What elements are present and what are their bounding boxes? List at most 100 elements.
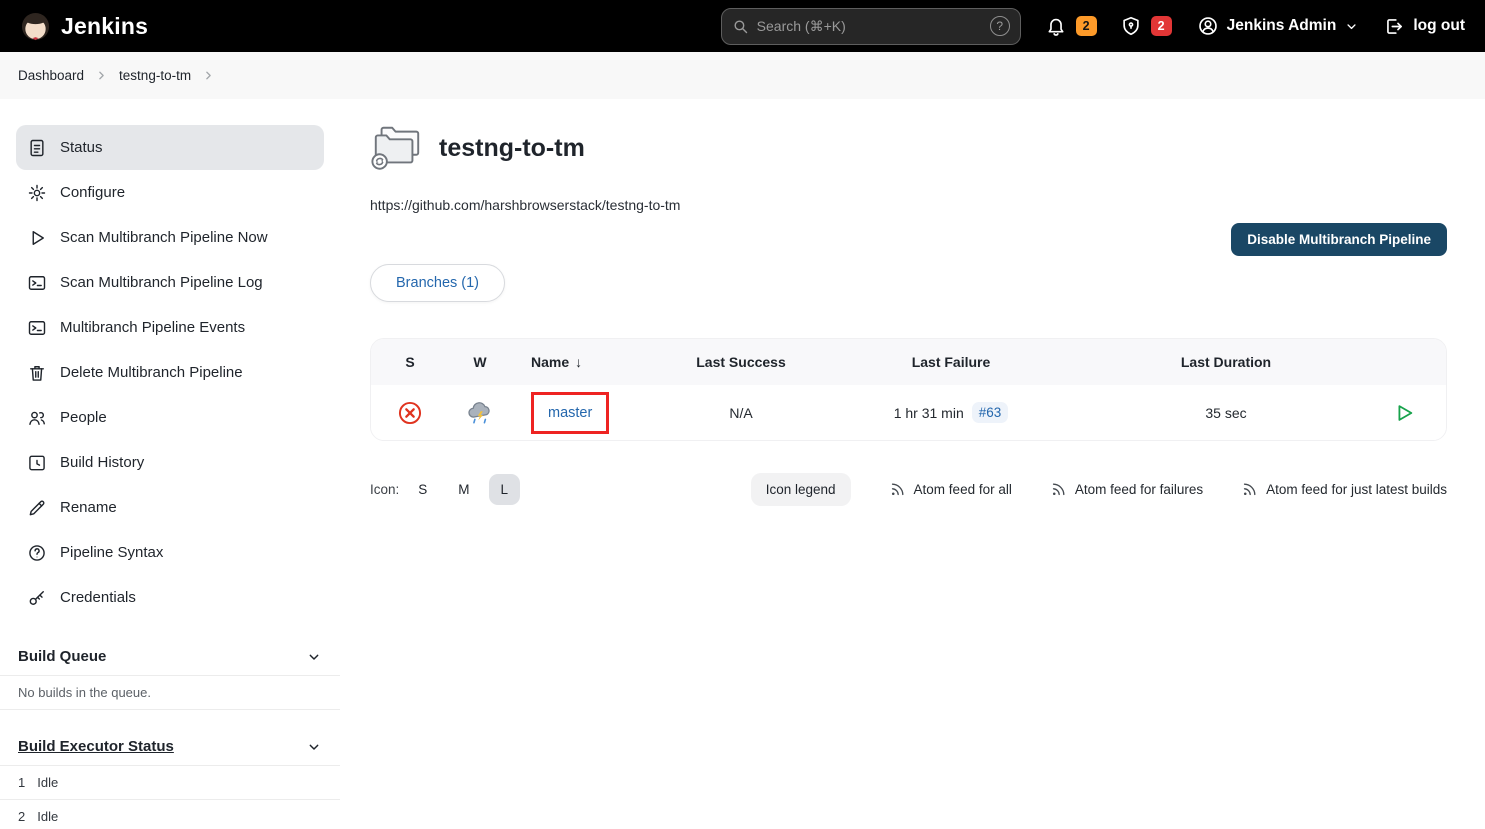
user-avatar-icon	[1197, 15, 1219, 37]
security-badge[interactable]: 2	[1150, 16, 1172, 36]
tab-branches[interactable]: Branches (1)	[370, 264, 506, 302]
sidebar-item-label: Pipeline Syntax	[60, 544, 164, 561]
last-failure-cell: 1 hr 31 min #63	[811, 402, 1091, 423]
top-bar: Jenkins ? 2 2	[0, 0, 1485, 52]
trash-icon	[27, 363, 47, 383]
sidebar-item-rename[interactable]: Rename	[16, 485, 324, 530]
pencil-icon	[27, 498, 47, 518]
user-name: Jenkins Admin	[1226, 17, 1337, 34]
atom-feed-failures-link[interactable]: Atom feed for failures	[1050, 481, 1203, 498]
weather-thunderstorm-icon	[466, 399, 494, 427]
rss-icon	[889, 481, 906, 498]
icon-size-group: Icon: S M L	[370, 474, 521, 505]
rss-icon	[1241, 481, 1258, 498]
jenkins-logo[interactable]: Jenkins	[20, 11, 148, 42]
sidebar-item-scan-log[interactable]: Scan Multibranch Pipeline Log	[16, 260, 324, 305]
security-shield-icon[interactable]	[1120, 15, 1142, 37]
sidebar-item-build-history[interactable]: Build History	[16, 440, 324, 485]
disable-multibranch-pipeline-button[interactable]: Disable Multibranch Pipeline	[1231, 223, 1447, 256]
sidebar-item-label: Status	[60, 139, 103, 156]
build-queue-header[interactable]: Build Queue	[0, 638, 340, 675]
executor-row: 2 Idle	[0, 799, 340, 829]
sidebar-item-people[interactable]: People	[16, 395, 324, 440]
atom-feed-all-link[interactable]: Atom feed for all	[889, 481, 1012, 498]
search-box[interactable]: ?	[720, 7, 1021, 45]
key-icon	[27, 588, 47, 608]
table-row-master: master N/A 1 hr 31 min #63 35 sec	[371, 385, 1446, 440]
table-header-row: S W Name ↓ Last Success Last Failure Las…	[371, 339, 1446, 385]
sidebar-item-scan-now[interactable]: Scan Multibranch Pipeline Now	[16, 215, 324, 260]
sidebar-item-label: Build History	[60, 454, 145, 471]
icon-legend-button[interactable]: Icon legend	[750, 473, 851, 506]
brand-name: Jenkins	[61, 12, 149, 39]
atom-feed-latest-label: Atom feed for just latest builds	[1266, 482, 1447, 497]
executor-number: 1	[18, 775, 26, 790]
col-header-status[interactable]: S	[371, 354, 449, 370]
terminal-events-icon	[27, 318, 47, 338]
branch-name-cell: master	[511, 391, 671, 434]
breadcrumb: Dashboard testng-to-tm	[0, 52, 1485, 99]
sidebar-item-label: Delete Multibranch Pipeline	[60, 364, 243, 381]
executor-state: Idle	[37, 809, 59, 824]
icon-size-label: Icon:	[370, 482, 400, 497]
icon-size-medium-button[interactable]: M	[446, 474, 481, 505]
branches-table: S W Name ↓ Last Success Last Failure Las…	[370, 338, 1447, 441]
search-input[interactable]	[756, 18, 982, 34]
row-actions-cell	[1361, 402, 1446, 424]
build-queue-title: Build Queue	[18, 648, 107, 665]
sidebar-item-label: Rename	[60, 499, 117, 516]
icon-size-small-button[interactable]: S	[406, 474, 439, 505]
user-menu[interactable]: Jenkins Admin	[1197, 15, 1360, 37]
sidebar-item-label: Scan Multibranch Pipeline Log	[60, 274, 263, 291]
repository-url: https://github.com/harshbrowserstack/tes…	[370, 197, 681, 213]
sidebar-item-pipeline-syntax[interactable]: Pipeline Syntax	[16, 530, 324, 575]
action-button-row: Disable Multibranch Pipeline	[370, 223, 1447, 256]
sidebar-item-label: Credentials	[60, 589, 136, 606]
name-header-label: Name	[531, 354, 570, 370]
last-duration-cell: 35 sec	[1205, 404, 1247, 421]
sidebar-item-credentials[interactable]: Credentials	[16, 575, 324, 620]
question-circle-icon	[27, 543, 47, 563]
col-header-last-duration[interactable]: Last Duration	[1091, 354, 1361, 370]
sidebar-item-configure[interactable]: Configure	[16, 170, 324, 215]
breadcrumb-dashboard[interactable]: Dashboard	[18, 68, 84, 83]
sidebar: Status Configure Scan Multibranch Pipeli…	[0, 99, 340, 829]
notifications-badge[interactable]: 2	[1075, 16, 1097, 36]
col-header-weather[interactable]: W	[449, 354, 511, 370]
col-header-name[interactable]: Name ↓	[511, 354, 671, 370]
breadcrumb-chevron-icon[interactable]	[202, 69, 215, 82]
col-header-last-failure[interactable]: Last Failure	[811, 354, 1091, 370]
atom-feed-all-label: Atom feed for all	[913, 482, 1012, 497]
sidebar-item-status[interactable]: Status	[16, 125, 324, 170]
logout-button[interactable]: log out	[1384, 16, 1465, 37]
sidebar-item-label: People	[60, 409, 107, 426]
title-row: testng-to-tm	[370, 125, 1447, 171]
notifications-bell-icon[interactable]	[1045, 15, 1067, 37]
build-number-link[interactable]: #63	[971, 402, 1009, 423]
build-executor-header[interactable]: Build Executor Status	[0, 728, 340, 765]
build-executor-panel: Build Executor Status 1 Idle 2 Idle	[0, 728, 340, 829]
build-failed-icon	[397, 400, 423, 426]
logout-icon	[1384, 16, 1405, 37]
atom-feed-latest-link[interactable]: Atom feed for just latest builds	[1241, 481, 1447, 498]
breadcrumb-job[interactable]: testng-to-tm	[119, 68, 191, 83]
build-status-cell[interactable]	[371, 400, 449, 426]
atom-feed-failures-label: Atom feed for failures	[1074, 482, 1204, 497]
main-content: testng-to-tm https://github.com/harshbro…	[340, 99, 1485, 829]
sidebar-item-delete-pipeline[interactable]: Delete Multibranch Pipeline	[16, 350, 324, 395]
icon-size-large-button[interactable]: L	[488, 474, 521, 505]
sort-descending-arrow: ↓	[575, 354, 583, 370]
sidebar-item-pipeline-events[interactable]: Multibranch Pipeline Events	[16, 305, 324, 350]
jenkins-butler-icon	[20, 11, 51, 42]
annotation-highlight-box: master	[531, 391, 610, 434]
feeds-group: Icon legend Atom feed for all Atom feed …	[750, 473, 1447, 506]
run-build-icon[interactable]	[1393, 402, 1415, 424]
multibranch-folder-icon	[370, 125, 424, 171]
chevron-down-icon	[306, 739, 322, 755]
build-queue-empty: No builds in the queue.	[0, 675, 340, 710]
search-help-icon[interactable]: ?	[989, 16, 1010, 36]
gear-icon	[27, 183, 47, 203]
top-actions: 2 2 Jenkins Admin log out	[1045, 15, 1465, 37]
col-header-last-success[interactable]: Last Success	[671, 354, 811, 370]
branch-link-master[interactable]: master	[548, 405, 592, 421]
